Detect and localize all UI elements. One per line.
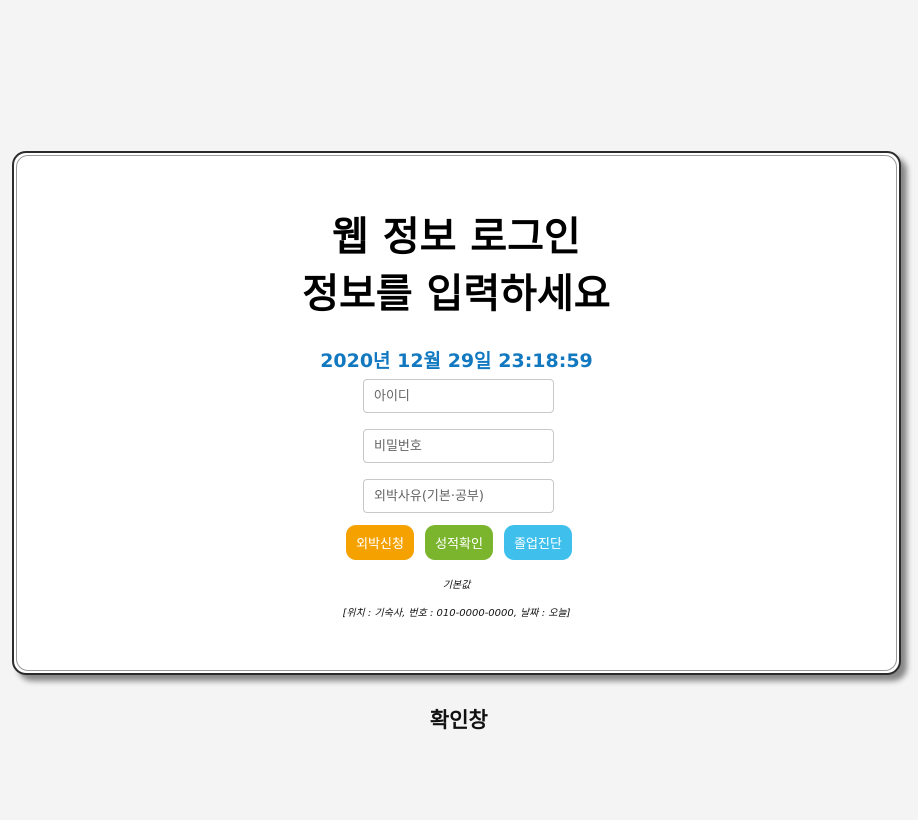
- reason-input[interactable]: [363, 479, 554, 513]
- datetime-display: 2020년 12월 29일 23:18:59: [320, 350, 593, 372]
- graduation-check-button[interactable]: 졸업진단: [504, 525, 572, 560]
- grades-check-button[interactable]: 성적확인: [425, 525, 493, 560]
- overnight-request-button[interactable]: 외박신청: [346, 525, 414, 560]
- page-title: 웹 정보 로그인: [332, 214, 581, 260]
- login-card: 웹 정보 로그인 정보를 입력하세요 2020년 12월 29일 23:18:5…: [12, 151, 901, 675]
- confirm-window-caption: 확인창: [430, 708, 488, 732]
- default-label: 기본값: [442, 580, 471, 591]
- page-subtitle: 정보를 입력하세요: [302, 271, 611, 317]
- password-input[interactable]: [363, 429, 554, 463]
- default-detail: [위치 : 기숙사, 번호 : 010-0000-0000, 날짜 : 오늘]: [342, 608, 571, 619]
- id-input[interactable]: [363, 379, 554, 413]
